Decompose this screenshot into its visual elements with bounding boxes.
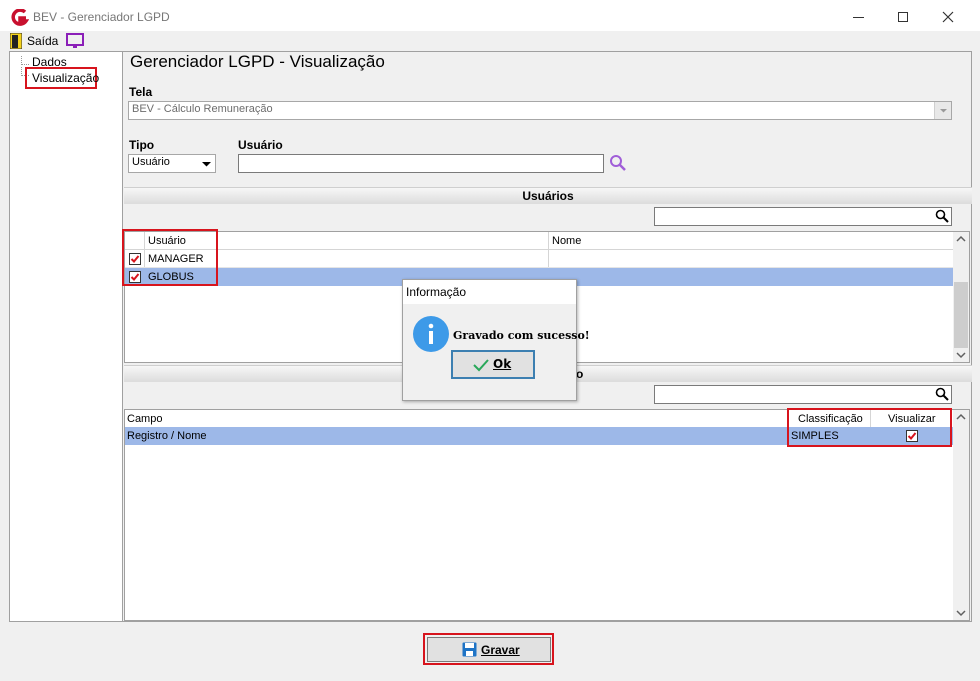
app-logo-icon [11, 9, 29, 26]
search-icon[interactable] [609, 154, 627, 172]
tela-value: BEV - Cálculo Remuneração [132, 103, 273, 115]
column-header-nome[interactable]: Nome [552, 233, 581, 250]
save-button[interactable]: Gravar [427, 637, 551, 662]
highlight-box [122, 229, 218, 286]
tela-select[interactable]: BEV - Cálculo Remuneração [128, 101, 952, 120]
usuario-label: Usuário [238, 138, 283, 152]
tela-label: Tela [129, 85, 153, 99]
column-header-campo[interactable]: Campo [127, 411, 162, 428]
tipo-label: Tipo [129, 138, 155, 152]
fields-section-title: o [576, 367, 584, 381]
minimize-button[interactable] [838, 4, 878, 30]
toolbar [0, 31, 980, 51]
cell-campo: Registro / Nome [127, 430, 207, 442]
close-button[interactable] [928, 4, 968, 30]
scroll-thumb[interactable] [954, 282, 968, 348]
tree-item-visualizacao[interactable]: Visualização [32, 71, 99, 85]
search-icon[interactable] [935, 209, 949, 223]
fields-filter-input[interactable] [654, 385, 952, 404]
exit-icon[interactable] [10, 33, 22, 49]
maximize-button[interactable] [884, 4, 924, 30]
tipo-value: Usuário [132, 156, 170, 168]
search-icon[interactable] [935, 387, 949, 401]
page-title: Gerenciador LGPD - Visualização [130, 52, 385, 71]
monitor-icon[interactable] [66, 33, 84, 49]
table-row[interactable] [125, 250, 953, 268]
info-icon [413, 316, 449, 352]
fields-scrollbar[interactable] [953, 410, 969, 620]
exit-button-label[interactable]: Saída [27, 34, 58, 48]
save-label: Gravar [481, 643, 520, 657]
chevron-down-icon[interactable] [934, 102, 951, 119]
scroll-track[interactable] [954, 426, 968, 604]
close-icon [942, 11, 954, 23]
chevron-down-icon[interactable] [198, 155, 215, 172]
dialog-message: Gravado com sucesso! [453, 329, 590, 342]
users-section-header: Usuários [124, 187, 972, 204]
usuario-input[interactable] [238, 154, 604, 173]
checkmark-icon [473, 359, 489, 372]
ok-label: Ok [493, 357, 512, 371]
users-filter-input[interactable] [654, 207, 952, 226]
tipo-select[interactable]: Usuário [128, 154, 216, 173]
window-title: BEV - Gerenciador LGPD [33, 10, 170, 24]
floppy-disk-icon [462, 642, 477, 657]
users-grid-header [125, 232, 953, 250]
users-scrollbar[interactable] [953, 232, 969, 362]
ok-button[interactable]: Ok [451, 350, 535, 379]
chevron-up-icon[interactable] [953, 232, 969, 246]
highlight-box [787, 408, 952, 447]
navigation-tree [9, 51, 123, 622]
info-dialog: Informação Gravado com sucesso! Ok [402, 279, 590, 401]
chevron-down-icon[interactable] [953, 348, 969, 362]
chevron-up-icon[interactable] [953, 410, 969, 424]
chevron-down-icon[interactable] [953, 606, 969, 620]
dialog-title: Informação [406, 285, 467, 299]
